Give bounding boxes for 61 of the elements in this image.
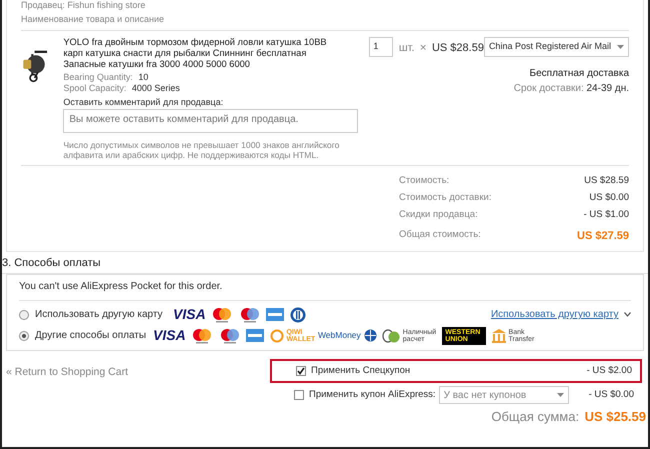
coupon-label: Применить купон AliExpress:: [309, 388, 436, 402]
product-title: YOLO fra двойным тормозом фидерной ловли катушка 10BB карп катушка снасти для рыбалки Спиннинг бесплатная Запасные катушки fra 3000 4000 5000 6000: [63, 36, 328, 70]
summary-label: Стоимость:: [399, 174, 450, 188]
check-icon: [297, 367, 305, 376]
column-header: Наименование товара и описание: [21, 11, 629, 30]
coupon-amount: - US $2.00: [586, 364, 632, 378]
payment-notice: You can't use AliExpress Pocket for this order.: [19, 279, 631, 302]
diners-logo-icon: [290, 306, 306, 323]
checkbox[interactable]: [294, 390, 304, 400]
times-sign: ×: [420, 40, 426, 56]
grand-total-label: Общая сумма:: [491, 408, 580, 426]
mastercard-logo-icon: [211, 306, 234, 323]
seller-name: Продавец: Fishun fishing store: [21, 0, 146, 11]
webmoney-logo: WebMoney: [318, 329, 361, 342]
grand-total-amount: US $25.59: [584, 408, 646, 426]
shipping-select[interactable]: China Post Registered Air Mail: [484, 36, 629, 56]
summary-amount: US $28.59: [583, 174, 629, 188]
return-link[interactable]: « Return to Shopping Cart: [6, 365, 128, 427]
shipping-cost: Бесплатная доставка: [530, 66, 629, 80]
comment-hint: Число допустимых символов не превышает 1000 знаков английского алфавита или арабских цифр. Не поддерживаются коды HTML.: [63, 140, 340, 160]
attribute-label: Bearing Quantity:: [63, 72, 133, 82]
visa-logo: VISA: [153, 326, 186, 346]
coupon-select[interactable]: У вас нет купонов: [438, 386, 569, 404]
coupon-amount: - US $0.00: [588, 388, 634, 402]
comment-field[interactable]: Вы можете оставить комментарий для продавца.: [63, 109, 358, 133]
summary-label: Скидки продавца:: [399, 208, 479, 222]
caret-icon: [617, 44, 624, 48]
amex-logo-icon: [266, 308, 284, 322]
coupon-label: Применить Спецкупон: [311, 364, 410, 378]
payment-option-label: Другие способы оплаты: [35, 329, 148, 344]
bank-building-icon: [492, 328, 506, 343]
attribute-label: Spool Capacity:: [63, 82, 126, 94]
chevron-down-icon: [624, 312, 631, 318]
checkbox[interactable]: [296, 366, 306, 376]
summary-label: Общая стоимость:: [399, 228, 482, 242]
comment-label: Оставить комментарий для продавца:: [63, 96, 224, 109]
maestro-logo-icon: [238, 306, 261, 323]
visa-logo: VISA: [173, 305, 206, 324]
summary-amount: US $0.00: [588, 190, 629, 205]
attribute-value: 4000 Series: [132, 82, 180, 94]
coin-stack-icon: [382, 328, 400, 344]
caret-icon: [556, 393, 564, 398]
payment-option-label: Использовать другую карту: [35, 308, 164, 322]
summary-label: Стоимость доставки:: [399, 190, 492, 205]
delivery-time: 24-39 дн.: [586, 82, 629, 96]
radio-button[interactable]: [19, 330, 29, 341]
globe-icon: [364, 329, 377, 342]
summary-amount: - US $1.00: [582, 208, 629, 222]
unit-price: US $28.59: [432, 40, 484, 56]
total-amount: US $27.59: [576, 229, 629, 244]
section-heading: 3. Способы оплаты: [2, 254, 648, 274]
attribute-value: 10: [138, 72, 148, 82]
quantity-field[interactable]: 1: [369, 36, 394, 56]
amex-logo-icon: [246, 329, 264, 342]
other-card-link[interactable]: Использовать другую карту: [490, 307, 631, 322]
ring-icon: [270, 328, 284, 343]
radio-button[interactable]: [19, 310, 29, 320]
delivery-label: Срок доставки:: [514, 82, 584, 96]
unit-label: шт.: [398, 40, 415, 56]
mastercard-logo-icon: [191, 328, 214, 344]
maestro-logo-icon: [218, 328, 241, 344]
